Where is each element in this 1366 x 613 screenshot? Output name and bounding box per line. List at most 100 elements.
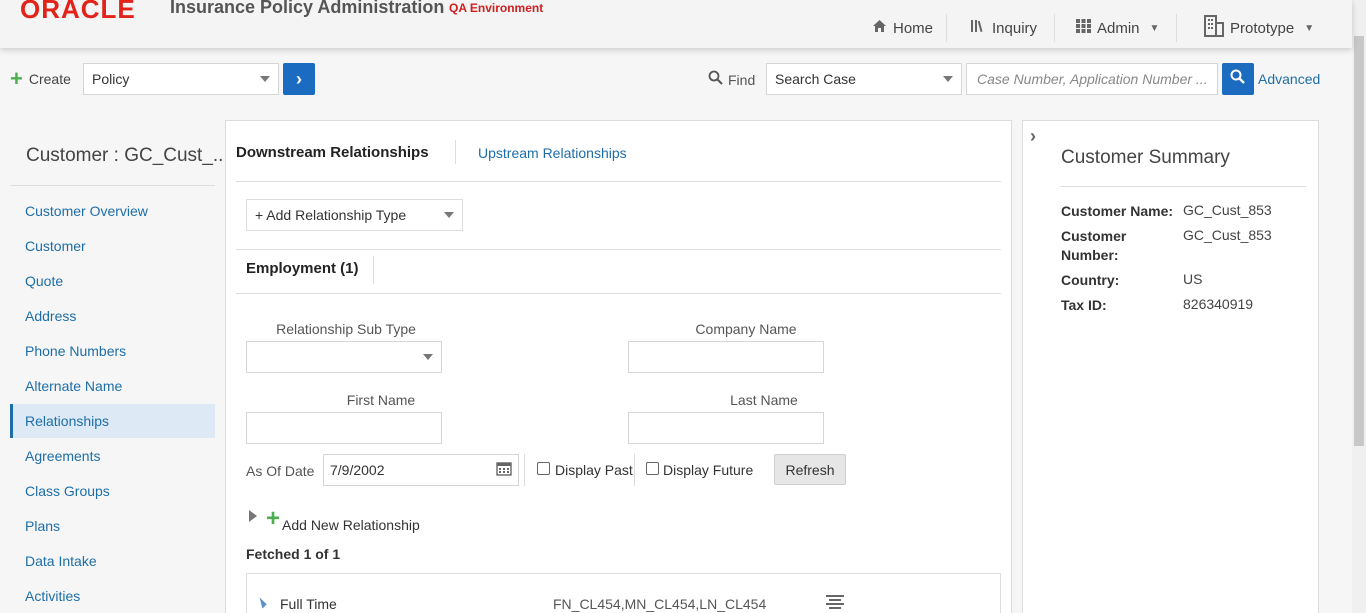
- first-name-label: First Name: [346, 392, 416, 408]
- table-row-type: Full Time: [280, 596, 337, 612]
- fetched-count: Fetched 1 of 1: [246, 546, 341, 562]
- section-divider: [236, 293, 1001, 294]
- search-button[interactable]: [1222, 63, 1254, 95]
- library-icon: [970, 19, 986, 37]
- sidebar-item-customer[interactable]: Customer: [10, 229, 215, 263]
- create-type-value: Policy: [92, 71, 130, 87]
- collapse-panel-icon[interactable]: ›: [1030, 126, 1036, 147]
- as-of-date-value: 7/9/2002: [330, 462, 385, 478]
- summary-label-country: Country:: [1061, 272, 1120, 288]
- chevron-down-icon: ▼: [1149, 22, 1160, 34]
- create-type-select[interactable]: Policy: [83, 63, 279, 95]
- section-tab-divider: [373, 256, 374, 284]
- customer-title: Customer : GC_Cust_...: [26, 145, 229, 166]
- nav-admin[interactable]: Admin ▼: [1076, 14, 1159, 42]
- nav-divider: [946, 14, 947, 42]
- tab-divider: [455, 140, 456, 164]
- sidebar-item-activities[interactable]: Activities: [10, 579, 215, 613]
- last-name-input[interactable]: [628, 412, 824, 444]
- nav-inquiry-label: Inquiry: [992, 19, 1038, 37]
- create-go-button[interactable]: ›: [283, 63, 315, 95]
- home-icon: [872, 19, 887, 37]
- scrollbar-thumb[interactable]: [1354, 36, 1364, 446]
- tab-divider-line: [236, 181, 1001, 182]
- display-future-checkbox[interactable]: [646, 462, 659, 475]
- relationship-sub-type-label: Relationship Sub Type: [276, 321, 416, 337]
- environment-label: QA Environment: [449, 1, 544, 15]
- add-relationship-type-label: + Add Relationship Type: [255, 207, 407, 223]
- summary-label-customer-name: Customer Name:: [1061, 203, 1174, 219]
- create-button[interactable]: + Create: [10, 66, 71, 91]
- nav-admin-label: Admin: [1097, 19, 1140, 37]
- nav-inquiry[interactable]: Inquiry: [970, 14, 1037, 42]
- checkbox-divider: [634, 454, 635, 486]
- nav-home[interactable]: Home: [872, 14, 933, 42]
- add-relationship-type-select[interactable]: + Add Relationship Type: [246, 199, 463, 231]
- find-text: Find: [728, 71, 756, 88]
- display-past-checkbox[interactable]: [537, 462, 550, 475]
- app-header: ORACLE Insurance Policy Administration Q…: [0, 0, 1352, 48]
- section-divider: [236, 249, 1001, 250]
- customer-summary-title: Customer Summary: [1061, 147, 1230, 168]
- chevron-right-icon: ›: [296, 68, 302, 89]
- page-scrollbar[interactable]: [1352, 0, 1366, 613]
- sidebar-item-relationships[interactable]: Relationships: [10, 404, 215, 438]
- row-menu-icon[interactable]: [826, 594, 844, 613]
- search-icon: [708, 70, 724, 89]
- sidebar-divider: [10, 185, 215, 186]
- sidebar-item-agreements[interactable]: Agreements: [10, 439, 215, 473]
- sidebar-item-address[interactable]: Address: [10, 299, 215, 333]
- first-name-input[interactable]: [246, 412, 442, 444]
- sidebar-item-quote[interactable]: Quote: [10, 264, 215, 298]
- section-title-employment[interactable]: Employment (1): [246, 260, 359, 277]
- nav-divider: [1054, 14, 1055, 42]
- sidebar-item-phone-numbers[interactable]: Phone Numbers: [10, 334, 215, 368]
- calendar-icon[interactable]: [496, 461, 512, 479]
- find-label: Find: [708, 70, 755, 89]
- add-new-relationship-button[interactable]: + Add New Relationship: [266, 505, 420, 534]
- sidebar-item-class-groups[interactable]: Class Groups: [10, 474, 215, 508]
- building-icon: [1204, 15, 1224, 41]
- display-future-label: Display Future: [663, 462, 754, 478]
- as-of-date-input[interactable]: 7/9/2002: [323, 454, 519, 486]
- last-name-label: Last Name: [730, 392, 798, 408]
- refresh-button[interactable]: Refresh: [774, 454, 846, 485]
- tab-upstream-relationships[interactable]: Upstream Relationships: [478, 145, 627, 161]
- display-past-label: Display Past: [555, 462, 633, 478]
- search-input[interactable]: Case Number, Application Number ...: [966, 63, 1218, 95]
- summary-value-country: US: [1183, 271, 1203, 287]
- sidebar-item-plans[interactable]: Plans: [10, 509, 215, 543]
- summary-divider: [1061, 186, 1306, 187]
- dropdown-arrow-icon: [444, 212, 454, 218]
- search-icon: [1230, 69, 1246, 90]
- sidebar-item-alternate-name[interactable]: Alternate Name: [10, 369, 215, 403]
- dropdown-arrow-icon: [260, 76, 270, 82]
- summary-label-tax-id: Tax ID:: [1061, 297, 1107, 313]
- as-of-date-label: As Of Date: [246, 463, 315, 479]
- plus-icon: +: [266, 505, 281, 532]
- relationship-sub-type-select[interactable]: [246, 341, 442, 373]
- nav-prototype[interactable]: Prototype ▼: [1204, 14, 1314, 42]
- plus-icon: +: [10, 66, 23, 91]
- table-row-names: FN_CL454,MN_CL454,LN_CL454: [553, 596, 767, 612]
- date-divider: [524, 454, 525, 486]
- add-new-relationship-label: Add New Relationship: [282, 517, 420, 533]
- summary-value-tax-id: 826340919: [1183, 296, 1254, 312]
- dropdown-arrow-icon: [943, 76, 953, 82]
- summary-label-customer-number: Customer Number:: [1061, 228, 1127, 263]
- nav-prototype-label: Prototype: [1230, 19, 1295, 37]
- sidebar-item-data-intake[interactable]: Data Intake: [10, 544, 215, 578]
- company-name-label: Company Name: [695, 321, 797, 337]
- sidebar-item-customer-overview[interactable]: Customer Overview: [10, 194, 215, 228]
- tab-downstream-relationships[interactable]: Downstream Relationships: [236, 144, 429, 161]
- nav-divider: [1176, 14, 1177, 42]
- expand-arrow-icon[interactable]: [249, 510, 257, 522]
- customer-summary-panel: [1022, 120, 1319, 613]
- grid-icon: [1076, 19, 1091, 37]
- chevron-down-icon: ▼: [1304, 22, 1315, 34]
- app-title: Insurance Policy Administration: [170, 0, 445, 17]
- search-type-select[interactable]: Search Case: [766, 63, 962, 95]
- nav-home-label: Home: [893, 19, 934, 37]
- advanced-search-link[interactable]: Advanced: [1258, 71, 1320, 87]
- company-name-input[interactable]: [628, 341, 824, 373]
